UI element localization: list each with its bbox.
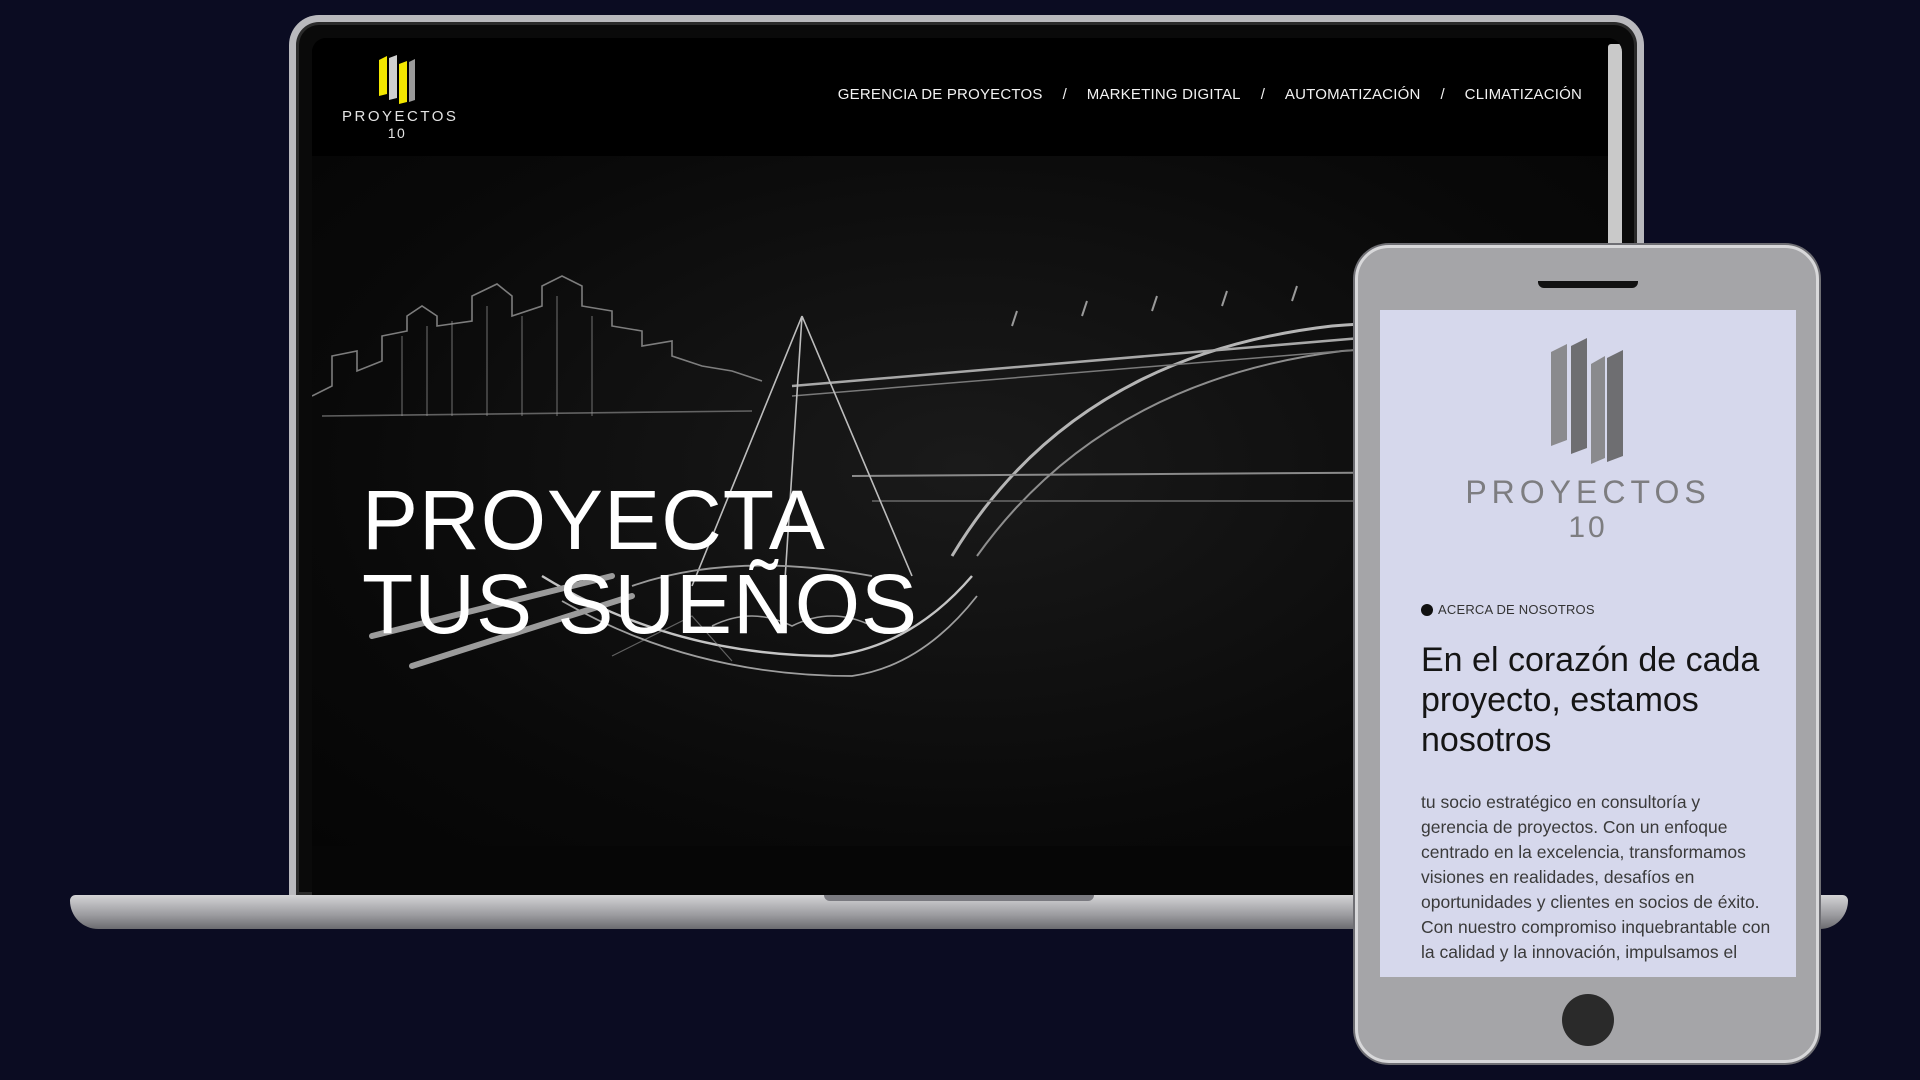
about-heading: En el corazón de cada proyecto, estamos … (1421, 641, 1760, 759)
mobile-logo-word: PROYECTOS (1465, 474, 1711, 510)
nav-climatizacion[interactable]: CLIMATIZACIÓN (1465, 86, 1582, 103)
bullet-dot-icon (1421, 603, 1433, 616)
about-label: ACERCA DE NOSOTROS (1421, 602, 1595, 617)
phone-screen: PROYECTOS 10 ACERCA DE NOSOTROS En el co… (1380, 310, 1796, 977)
buildings-logo-icon (1551, 338, 1623, 464)
main-nav: GERENCIA DE PROYECTOS / MARKETING DIGITA… (838, 86, 1582, 103)
nav-separator: / (1062, 86, 1067, 103)
nav-separator: / (1260, 86, 1265, 103)
logo-word: PROYECTOS (342, 108, 459, 125)
phone-speaker (1538, 281, 1638, 288)
buildings-logo-icon (379, 55, 415, 104)
hero-title: PROYECTA TUS SUEÑOS (362, 478, 918, 646)
about-paragraph: tu socio estratégico en consultoría y ge… (1421, 792, 1771, 962)
laptop-notch (824, 895, 1094, 901)
scrollbar[interactable] (1608, 44, 1622, 254)
nav-marketing[interactable]: MARKETING DIGITAL (1087, 86, 1241, 103)
nav-separator: / (1440, 86, 1445, 103)
mobile-logo[interactable]: PROYECTOS 10 (1380, 330, 1796, 545)
hero-title-line1: PROYECTA (362, 473, 826, 567)
hero-title-line2: TUS SUEÑOS (362, 557, 919, 651)
about-label-text: ACERCA DE NOSOTROS (1438, 602, 1595, 617)
site-logo[interactable]: PROYECTOS 10 (342, 54, 459, 141)
logo-number: 10 (387, 125, 407, 141)
site-header: PROYECTOS 10 GERENCIA DE PROYECTOS / MAR… (312, 38, 1622, 156)
nav-automatizacion[interactable]: AUTOMATIZACIÓN (1285, 86, 1421, 103)
mobile-logo-number: 10 (1568, 511, 1608, 544)
phone-home-button[interactable] (1562, 994, 1614, 1046)
nav-gerencia[interactable]: GERENCIA DE PROYECTOS (838, 86, 1043, 103)
phone-device: PROYECTOS 10 ACERCA DE NOSOTROS En el co… (1355, 245, 1819, 1063)
